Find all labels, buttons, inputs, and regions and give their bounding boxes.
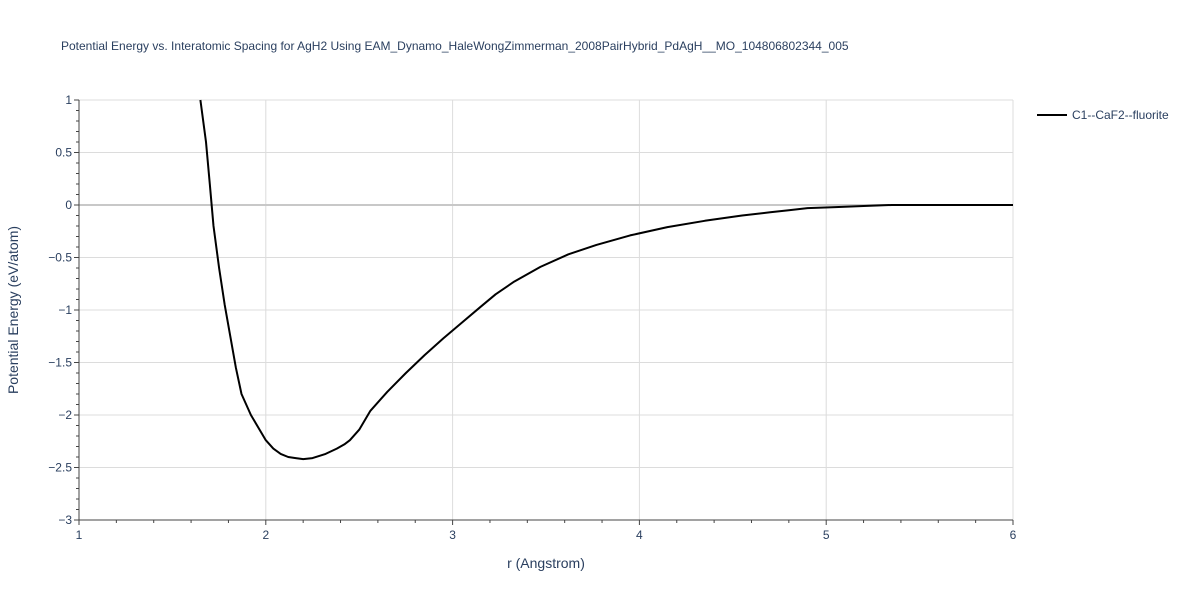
- y-tick-label: −1: [58, 303, 72, 317]
- chart-title: Potential Energy vs. Interatomic Spacing…: [61, 39, 849, 53]
- grid-lines: [79, 99, 1014, 520]
- x-axis-ticks: 1 2 3 4 5 6: [76, 528, 1017, 542]
- y-tick-label: −2.5: [48, 461, 72, 475]
- x-tick-label: 2: [262, 528, 269, 542]
- series-line: [199, 99, 1013, 461]
- y-tick-label: 0: [65, 198, 72, 212]
- y-tick-label: −3: [58, 513, 72, 527]
- y-axis-ticks: 1 0.5 0 −0.5 −1 −1.5 −2 −2.5 −3: [48, 93, 72, 527]
- x-axis-title: r (Angstrom): [507, 555, 585, 571]
- legend[interactable]: C1--CaF2--fluorite: [1037, 108, 1169, 122]
- legend-label: C1--CaF2--fluorite: [1072, 108, 1169, 122]
- chart-svg: Potential Energy vs. Interatomic Spacing…: [5, 39, 1169, 571]
- y-tick-label: −1.5: [48, 356, 72, 370]
- y-tick-label: −2: [58, 408, 72, 422]
- y-axis-title: Potential Energy (eV/atom): [5, 226, 21, 394]
- plot-area: [199, 99, 1013, 461]
- x-tick-label: 3: [449, 528, 456, 542]
- x-tick-label: 1: [76, 528, 83, 542]
- y-tick-label: −0.5: [48, 251, 72, 265]
- y-tick-label: 1: [65, 93, 72, 107]
- y-tick-label: 0.5: [55, 146, 72, 160]
- axes: [74, 99, 1014, 525]
- x-tick-label: 6: [1010, 528, 1017, 542]
- x-tick-label: 5: [823, 528, 830, 542]
- x-tick-label: 4: [636, 528, 643, 542]
